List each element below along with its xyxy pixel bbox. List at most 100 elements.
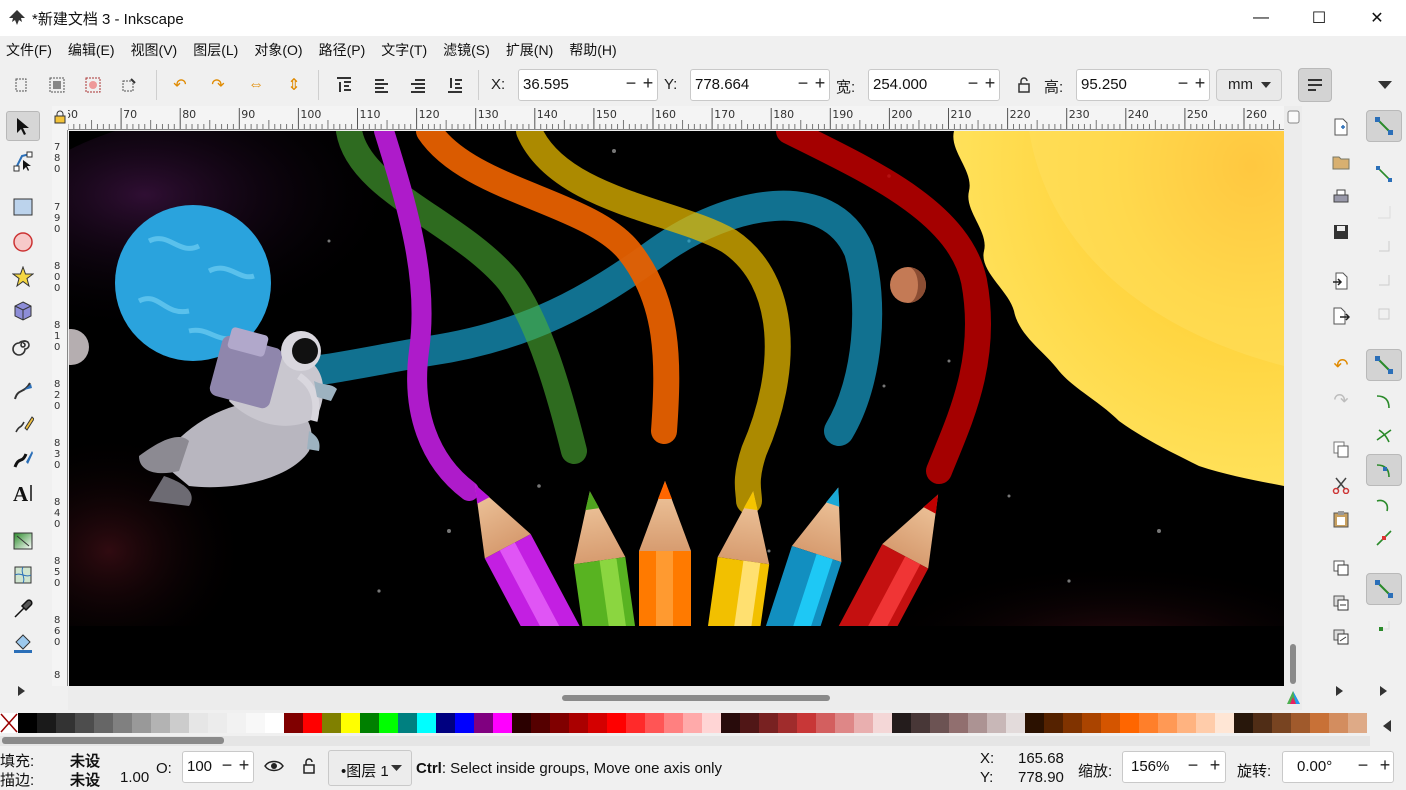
menu-edit[interactable]: 编辑(E) (68, 40, 115, 60)
palette-swatch[interactable] (113, 713, 132, 733)
import-icon[interactable] (1328, 268, 1354, 294)
palette-swatches[interactable] (18, 713, 1367, 733)
palette-swatch[interactable] (1215, 713, 1234, 733)
palette-swatch[interactable] (1348, 713, 1367, 733)
undo-icon[interactable]: ↶ (1328, 352, 1354, 378)
zoom-spinbox[interactable]: 156% − + (1122, 751, 1226, 783)
commands-expand-icon[interactable] (1336, 686, 1344, 697)
palette-swatch[interactable] (379, 713, 398, 733)
flip-horizontal-icon[interactable]: ⇔ (244, 74, 268, 96)
snap-bbox-midpoint-toggle[interactable] (1366, 264, 1402, 296)
horizontal-ruler[interactable]: 60 70 80 90 100 110 120 130 140 150 160 170 180 190 20… (68, 106, 1284, 130)
rotate-increment-button[interactable]: + (1377, 755, 1393, 776)
palette-swatch[interactable] (1082, 713, 1101, 733)
mesh-tool[interactable] (6, 560, 40, 590)
palette-swatch[interactable] (265, 713, 284, 733)
snap-expand-icon[interactable] (1380, 686, 1388, 697)
x-value[interactable]: 36.595 (523, 76, 569, 93)
palette-swatch[interactable] (512, 713, 531, 733)
rotate-cw-icon[interactable]: ↷ (206, 74, 230, 96)
palette-swatch[interactable] (1158, 713, 1177, 733)
palette-swatch[interactable] (664, 713, 683, 733)
snap-smooth-nodes-toggle[interactable] (1366, 488, 1402, 520)
flip-vertical-icon[interactable]: ⇕ (282, 74, 306, 96)
clone-icon[interactable] (1328, 590, 1354, 616)
palette-swatch[interactable] (683, 713, 702, 733)
palette-swatch[interactable] (854, 713, 873, 733)
palette-swatch[interactable] (588, 713, 607, 733)
maximize-button[interactable]: ☐ (1290, 0, 1348, 36)
visibility-eye-icon[interactable] (264, 759, 284, 773)
selector-tool[interactable] (6, 111, 40, 141)
palette-swatch[interactable] (892, 713, 911, 733)
x-decrement-button[interactable]: − (623, 73, 639, 94)
palette-menu-icon[interactable] (1383, 720, 1392, 732)
opacity-increment-button[interactable]: + (236, 755, 252, 776)
opacity-spinbox[interactable]: 100 − + (182, 751, 254, 783)
rotate-ccw-icon[interactable]: ↶ (168, 74, 192, 96)
rotate-spinbox[interactable]: 0.00° − + (1282, 751, 1394, 783)
zoom-increment-button[interactable]: + (1207, 755, 1223, 776)
new-document-icon[interactable] (1328, 114, 1354, 140)
palette-swatch[interactable] (1329, 713, 1348, 733)
snap-nodes-toggle[interactable] (1366, 349, 1402, 381)
palette-swatch[interactable] (436, 713, 455, 733)
palette-swatch[interactable] (626, 713, 645, 733)
palette-swatch[interactable] (911, 713, 930, 733)
palette-swatch[interactable] (721, 713, 740, 733)
snap-object-midpoints-toggle[interactable] (1366, 608, 1402, 640)
palette-swatch[interactable] (778, 713, 797, 733)
palette-swatch[interactable] (1177, 713, 1196, 733)
palette-swatch[interactable] (816, 713, 835, 733)
palette-swatch[interactable] (284, 713, 303, 733)
vertical-scroll-thumb[interactable] (1290, 644, 1296, 684)
palette-swatch[interactable] (398, 713, 417, 733)
palette-swatch[interactable] (1272, 713, 1291, 733)
height-spinbox[interactable]: 95.250 − + (1076, 69, 1210, 101)
horizontal-scroll-thumb[interactable] (562, 695, 830, 701)
x-spinbox[interactable]: 36.595 − + (518, 69, 658, 101)
lower-to-bottom-icon[interactable] (443, 74, 467, 96)
palette-swatch[interactable] (1120, 713, 1139, 733)
palette-swatch[interactable] (56, 713, 75, 733)
layer-selector[interactable]: •图层 1 (328, 750, 412, 786)
menu-extensions[interactable]: 扩展(N) (506, 40, 553, 60)
zoom-decrement-button[interactable]: − (1185, 755, 1201, 776)
menu-text[interactable]: 文字(T) (381, 40, 427, 60)
palette-swatch[interactable] (1310, 713, 1329, 733)
duplicate-icon[interactable] (1328, 555, 1354, 581)
toolbox-expand-icon[interactable] (18, 686, 26, 697)
palette-swatch[interactable] (968, 713, 987, 733)
palette-swatch[interactable] (455, 713, 474, 733)
palette-swatch[interactable] (1234, 713, 1253, 733)
redo-icon[interactable]: ↷ (1328, 387, 1354, 413)
dropper-tool[interactable] (6, 594, 40, 624)
palette-swatch[interactable] (94, 713, 113, 733)
rectangle-tool[interactable] (6, 192, 40, 222)
width-value[interactable]: 254.000 (873, 76, 927, 93)
unit-select[interactable]: mm (1216, 69, 1282, 101)
y-decrement-button[interactable]: − (795, 73, 811, 94)
y-value[interactable]: 778.664 (695, 76, 749, 93)
palette-swatch[interactable] (37, 713, 56, 733)
snap-line-midpoints-toggle[interactable] (1366, 522, 1402, 554)
snap-enable-toggle[interactable] (1366, 110, 1402, 142)
palette-swatch[interactable] (531, 713, 550, 733)
calligraphy-tool[interactable] (6, 444, 40, 474)
palette-swatch[interactable] (1196, 713, 1215, 733)
select-all-layers-icon[interactable] (45, 74, 69, 96)
palette-swatch[interactable] (189, 713, 208, 733)
menu-file[interactable]: 文件(F) (6, 40, 52, 60)
paint-bucket-tool[interactable] (6, 628, 40, 658)
toolbar-overflow-icon[interactable] (1378, 81, 1392, 90)
palette-swatch[interactable] (1063, 713, 1082, 733)
width-spinbox[interactable]: 254.000 − + (868, 69, 1000, 101)
spiral-tool[interactable] (6, 330, 40, 360)
rotate-value[interactable]: 0.00° (1297, 758, 1332, 775)
node-tool[interactable] (6, 146, 40, 176)
lower-icon[interactable] (406, 74, 430, 96)
palette-swatch[interactable] (759, 713, 778, 733)
palette-swatch[interactable] (341, 713, 360, 733)
palette-swatch[interactable] (170, 713, 189, 733)
menu-layer[interactable]: 图层(L) (193, 40, 238, 60)
